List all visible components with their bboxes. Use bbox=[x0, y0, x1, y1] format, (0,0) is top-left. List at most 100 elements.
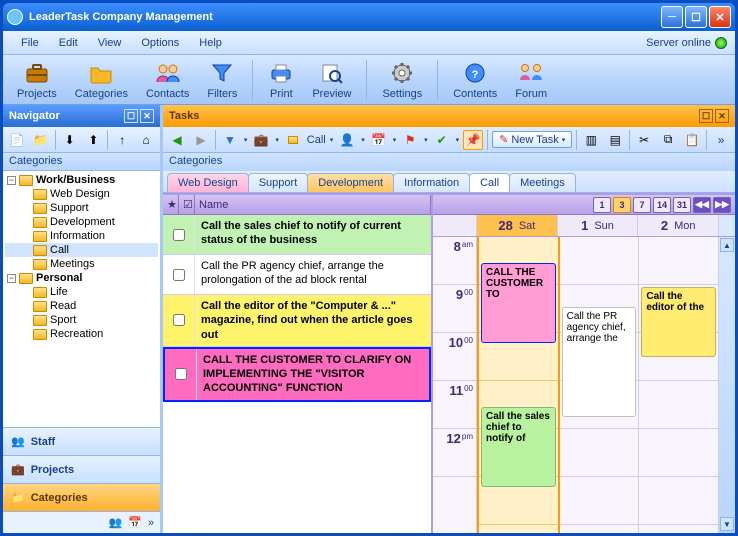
cal-next-icon[interactable]: ▶▶ bbox=[713, 197, 731, 213]
menu-file[interactable]: File bbox=[11, 34, 49, 52]
nav-close-icon[interactable]: ✕ bbox=[140, 109, 154, 123]
tab-support[interactable]: Support bbox=[248, 173, 309, 192]
view-days-7[interactable]: 7 bbox=[633, 197, 651, 213]
cut-icon[interactable]: ✂ bbox=[634, 130, 654, 150]
tab-information[interactable]: Information bbox=[393, 173, 470, 192]
filter-funnel-icon[interactable]: ▼ bbox=[220, 130, 240, 150]
toolbar-projects[interactable]: Projects bbox=[11, 58, 63, 102]
expander-icon[interactable]: − bbox=[7, 176, 16, 185]
scroll-up-icon[interactable]: ▲ bbox=[720, 238, 734, 252]
copy-icon[interactable]: ⧉ bbox=[658, 130, 678, 150]
outlook-categories[interactable]: 📁Categories bbox=[3, 483, 160, 511]
day-header-sun[interactable]: 1Sun bbox=[558, 215, 639, 236]
toolbar-filters[interactable]: Filters bbox=[201, 58, 243, 102]
task-row[interactable]: Call the PR agency chief, arrange the pr… bbox=[163, 255, 431, 295]
tree-node-work-business[interactable]: −Work/Business bbox=[5, 173, 158, 187]
tree-node-personal[interactable]: −Personal bbox=[5, 271, 158, 285]
view-days-31[interactable]: 31 bbox=[673, 197, 691, 213]
view-days-3[interactable]: 3 bbox=[613, 197, 631, 213]
nav-new-icon[interactable]: 📄 bbox=[7, 130, 27, 150]
minimize-button[interactable]: ─ bbox=[661, 6, 683, 28]
nav-newfolder-icon[interactable]: 📁 bbox=[31, 130, 51, 150]
col-check-icon[interactable]: ☑ bbox=[179, 195, 195, 214]
day-header-sat[interactable]: 28Sat bbox=[477, 215, 558, 236]
forward-icon[interactable]: ▶ bbox=[191, 130, 211, 150]
appointment[interactable]: Call the PR agency chief, arrange the bbox=[562, 307, 637, 417]
cal-prev-icon[interactable]: ◀◀ bbox=[693, 197, 711, 213]
toolbar-contacts[interactable]: Contacts bbox=[140, 58, 195, 102]
flag-icon[interactable]: ⚑ bbox=[400, 130, 420, 150]
paste-icon[interactable]: 📋 bbox=[682, 130, 702, 150]
col-name[interactable]: Name bbox=[195, 195, 431, 214]
contact-icon[interactable]: 👤 bbox=[337, 130, 357, 150]
toolbar-contents[interactable]: ?Contents bbox=[447, 58, 503, 102]
appointment[interactable]: CALL THE CUSTOMER TO bbox=[481, 263, 556, 343]
tree-node-read[interactable]: Read bbox=[5, 299, 158, 313]
call-label[interactable]: Call bbox=[307, 134, 326, 146]
nav-home-icon[interactable]: ⌂ bbox=[136, 130, 156, 150]
pin-icon[interactable]: 📌 bbox=[463, 130, 483, 150]
day-header-mon[interactable]: 2Mon bbox=[638, 215, 719, 236]
appointment[interactable]: Call the sales chief to notify of bbox=[481, 407, 556, 487]
day-column-mon[interactable]: Call the editor of the bbox=[639, 237, 719, 533]
layout1-icon[interactable]: ▥ bbox=[581, 130, 601, 150]
tree-node-development[interactable]: Development bbox=[5, 215, 158, 229]
tree-node-recreation[interactable]: Recreation bbox=[5, 327, 158, 341]
close-button[interactable]: ✕ bbox=[709, 6, 731, 28]
category-tree[interactable]: −Work/BusinessWeb DesignSupportDevelopme… bbox=[3, 171, 160, 427]
layout2-icon[interactable]: ▤ bbox=[605, 130, 625, 150]
day-column-sun[interactable]: Call the PR agency chief, arrange the bbox=[560, 237, 640, 533]
task-checkbox[interactable] bbox=[173, 229, 185, 241]
outlook-staff[interactable]: 👥Staff bbox=[3, 427, 160, 455]
nav-expand-icon[interactable]: ⬇ bbox=[60, 130, 80, 150]
project-icon[interactable]: 💼 bbox=[251, 130, 271, 150]
tree-node-call[interactable]: Call bbox=[5, 243, 158, 257]
tab-call[interactable]: Call bbox=[469, 173, 510, 192]
tree-node-information[interactable]: Information bbox=[5, 229, 158, 243]
menu-options[interactable]: Options bbox=[131, 34, 189, 52]
tree-node-sport[interactable]: Sport bbox=[5, 313, 158, 327]
menu-edit[interactable]: Edit bbox=[49, 34, 88, 52]
tree-node-life[interactable]: Life bbox=[5, 285, 158, 299]
expander-icon[interactable]: − bbox=[7, 274, 16, 283]
status-calendar-icon[interactable]: 📅 bbox=[128, 516, 142, 529]
tab-meetings[interactable]: Meetings bbox=[509, 173, 576, 192]
task-checkbox[interactable] bbox=[175, 368, 187, 380]
overflow-chevron-icon[interactable]: » bbox=[711, 130, 731, 150]
view-days-14[interactable]: 14 bbox=[653, 197, 671, 213]
tree-node-web-design[interactable]: Web Design bbox=[5, 187, 158, 201]
task-row[interactable]: Call the sales chief to notify of curren… bbox=[163, 215, 431, 255]
nav-collapse-icon[interactable]: ⬆ bbox=[84, 130, 104, 150]
nav-max-icon[interactable]: ☐ bbox=[124, 109, 138, 123]
nav-up-icon[interactable]: ↑ bbox=[112, 130, 132, 150]
outlook-projects[interactable]: 💼Projects bbox=[3, 455, 160, 483]
status-contacts-icon[interactable]: 👥 bbox=[108, 516, 122, 529]
menu-help[interactable]: Help bbox=[189, 34, 232, 52]
date-icon[interactable]: 📅 bbox=[369, 130, 389, 150]
toolbar-preview[interactable]: Preview bbox=[306, 58, 357, 102]
task-checkbox[interactable] bbox=[173, 314, 185, 326]
calendar-scrollbar[interactable]: ▲ ▼ bbox=[719, 237, 735, 533]
task-row[interactable]: Call the editor of the "Computer & ..." … bbox=[163, 295, 431, 347]
maximize-button[interactable]: ☐ bbox=[685, 6, 707, 28]
status-chevron-icon[interactable]: » bbox=[148, 517, 154, 529]
back-icon[interactable]: ◀ bbox=[167, 130, 187, 150]
view-days-1[interactable]: 1 bbox=[593, 197, 611, 213]
col-star-icon[interactable]: ★ bbox=[163, 195, 179, 214]
call-dropdown[interactable] bbox=[283, 130, 303, 150]
tree-node-meetings[interactable]: Meetings bbox=[5, 257, 158, 271]
new-task-button[interactable]: ✎New Task▾ bbox=[492, 131, 572, 148]
tab-web-design[interactable]: Web Design bbox=[167, 173, 249, 192]
tree-node-support[interactable]: Support bbox=[5, 201, 158, 215]
tasks-max-icon[interactable]: ☐ bbox=[699, 109, 713, 123]
scroll-down-icon[interactable]: ▼ bbox=[720, 517, 734, 531]
task-checkbox[interactable] bbox=[173, 269, 185, 281]
toolbar-print[interactable]: Print bbox=[262, 58, 300, 102]
toolbar-categories[interactable]: Categories bbox=[69, 58, 134, 102]
tasks-close-icon[interactable]: ✕ bbox=[715, 109, 729, 123]
task-row[interactable]: CALL THE CUSTOMER TO CLARIFY ON IMPLEMEN… bbox=[163, 347, 431, 402]
toolbar-settings[interactable]: Settings bbox=[376, 58, 428, 102]
check-icon[interactable]: ✔ bbox=[432, 130, 452, 150]
day-column-sat[interactable]: CALL THE CUSTOMER TO Call the sales chief… bbox=[477, 237, 560, 533]
tab-development[interactable]: Development bbox=[307, 173, 394, 192]
